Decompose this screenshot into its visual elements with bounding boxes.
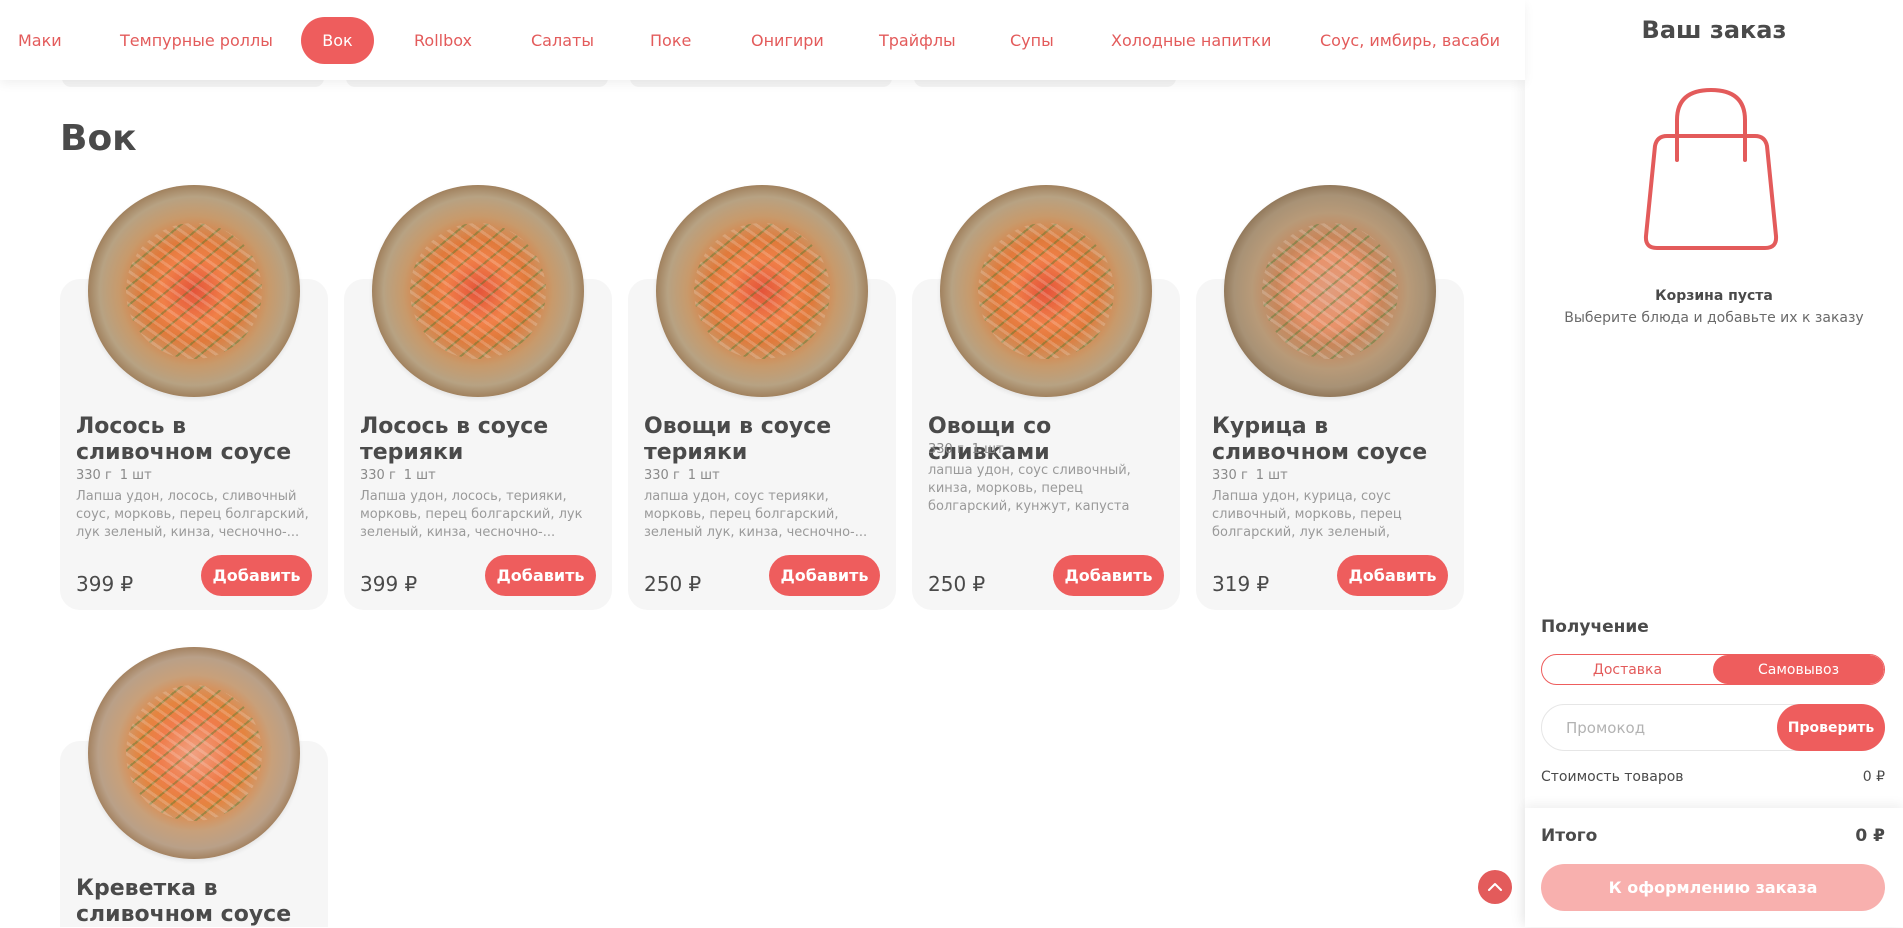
product-description: Лапша удон, лосось, сливочный соус, морк… [76, 489, 309, 540]
product-image[interactable] [940, 185, 1152, 397]
goods-cost-value: 0 ₽ [1862, 769, 1885, 785]
chevron-up-icon [1488, 883, 1502, 891]
section-title: Вок [60, 118, 137, 159]
product-price: 319 ₽ [1212, 572, 1270, 596]
order-panel: Ваш заказ Корзина пуста Выберите блюда и… [1525, 0, 1903, 927]
receive-method-toggle: Доставка Самовывоз [1541, 654, 1885, 685]
product-card[interactable]: Лосось в соусе терияки 330 г 1 шт Лапша у… [344, 185, 612, 610]
product-weight: 330 г [644, 468, 680, 483]
product-weight: 330 г [76, 468, 112, 483]
product-meta: 330 г 1 шт [1212, 468, 1288, 483]
product-card[interactable]: Лосось в сливочном соусе 330 г 1 шт Лапша… [60, 185, 328, 610]
product-meta: 330 г 1 шт [928, 442, 1004, 457]
nav-item-cold-drinks[interactable]: Холодные напитки [1097, 17, 1285, 64]
scroll-to-top-button[interactable] [1478, 870, 1512, 904]
product-count: 1 шт [971, 442, 1004, 457]
add-to-cart-button[interactable]: Добавить [769, 555, 880, 596]
add-to-cart-button[interactable]: Добавить [1337, 555, 1448, 596]
product-price: 399 ₽ [76, 572, 134, 596]
product-count: 1 шт [403, 468, 436, 483]
product-card[interactable]: Овощи со сливками 330 г 1 шт лапша удон, … [912, 185, 1180, 610]
product-name[interactable]: Овощи в соусе терияки [644, 414, 884, 466]
product-description: лапша удон, соус терияки, морковь, перец… [644, 489, 868, 540]
receive-method-label: Получение [1541, 617, 1649, 637]
nav-item-rollbox[interactable]: Rollbox [400, 17, 486, 64]
product-card[interactable]: Креветка в сливочном соусе [60, 647, 328, 928]
product-weight: 330 г [360, 468, 396, 483]
product-card[interactable]: Курица в сливочном соусе 330 г 1 шт Лапша… [1196, 185, 1464, 610]
product-price: 250 ₽ [928, 572, 986, 596]
product-description: Лапша удон, лосось, терияки, морковь, пе… [360, 489, 583, 540]
product-count: 1 шт [119, 468, 152, 483]
product-name[interactable]: Лосось в соусе терияки [360, 414, 600, 466]
product-image[interactable] [1224, 185, 1436, 397]
promo-input[interactable] [1564, 717, 1764, 739]
product-name[interactable]: Лосось в сливочном соусе [76, 414, 316, 466]
product-name[interactable]: Креветка в сливочном соусе [76, 876, 316, 928]
pickup-option[interactable]: Самовывоз [1713, 655, 1884, 684]
product-count: 1 шт [1255, 468, 1288, 483]
category-nav: Маки Темпурные роллы Вок Rollbox Салаты … [0, 0, 1525, 80]
product-name[interactable]: Курица в сливочном соусе [1212, 414, 1452, 466]
product-price: 250 ₽ [644, 572, 702, 596]
product-weight: 330 г [1212, 468, 1248, 483]
product-image[interactable] [656, 185, 868, 397]
add-to-cart-button[interactable]: Добавить [201, 555, 312, 596]
nav-item-wok[interactable]: Вок [301, 17, 374, 64]
total-row: Итого 0 ₽ [1541, 826, 1885, 846]
product-meta: 330 г 1 шт [76, 468, 152, 483]
shopping-bag-icon [1643, 87, 1779, 250]
cart-empty-title: Корзина пуста [1655, 288, 1773, 304]
goods-cost-row: Стоимость товаров 0 ₽ [1541, 769, 1885, 785]
add-to-cart-button[interactable]: Добавить [485, 555, 596, 596]
nav-item-maki[interactable]: Маки [4, 17, 76, 64]
nav-item-soups[interactable]: Супы [996, 17, 1068, 64]
nav-item-trifles[interactable]: Трайфлы [865, 17, 970, 64]
nav-item-poke[interactable]: Поке [636, 17, 705, 64]
product-image[interactable] [372, 185, 584, 397]
total-box: Итого 0 ₽ К оформлению заказа [1525, 808, 1903, 927]
product-description: лапша удон, соус сливочный, кинза, морко… [928, 463, 1131, 514]
product-count: 1 шт [687, 468, 720, 483]
cart-empty-subtitle: Выберите блюда и добавьте их к заказу [1564, 310, 1864, 326]
product-price: 399 ₽ [360, 572, 418, 596]
promo-field: Проверить [1541, 704, 1885, 751]
nav-item-onigiri[interactable]: Онигири [737, 17, 838, 64]
goods-cost-label: Стоимость товаров [1541, 769, 1684, 785]
nav-item-tempura-rolls[interactable]: Темпурные роллы [106, 17, 287, 64]
total-value: 0 ₽ [1855, 826, 1885, 846]
check-promo-button[interactable]: Проверить [1777, 704, 1885, 751]
product-meta: 330 г 1 шт [644, 468, 720, 483]
add-to-cart-button[interactable]: Добавить [1053, 555, 1164, 596]
order-title: Ваш заказ [1641, 16, 1787, 44]
product-image[interactable] [88, 185, 300, 397]
product-description: Лапша удон, курица, соус сливочный, морк… [1212, 489, 1402, 540]
total-label: Итого [1541, 826, 1598, 846]
product-card[interactable]: Овощи в соусе терияки 330 г 1 шт лапша уд… [628, 185, 896, 610]
nav-item-sauces[interactable]: Соус, имбирь, васаби [1306, 17, 1514, 64]
product-weight: 330 г [928, 442, 964, 457]
product-image[interactable] [88, 647, 300, 859]
checkout-button[interactable]: К оформлению заказа [1541, 864, 1885, 911]
delivery-option[interactable]: Доставка [1542, 655, 1713, 684]
product-name[interactable]: Овощи со сливками [928, 414, 1168, 466]
product-meta: 330 г 1 шт [360, 468, 436, 483]
nav-item-salads[interactable]: Салаты [517, 17, 608, 64]
